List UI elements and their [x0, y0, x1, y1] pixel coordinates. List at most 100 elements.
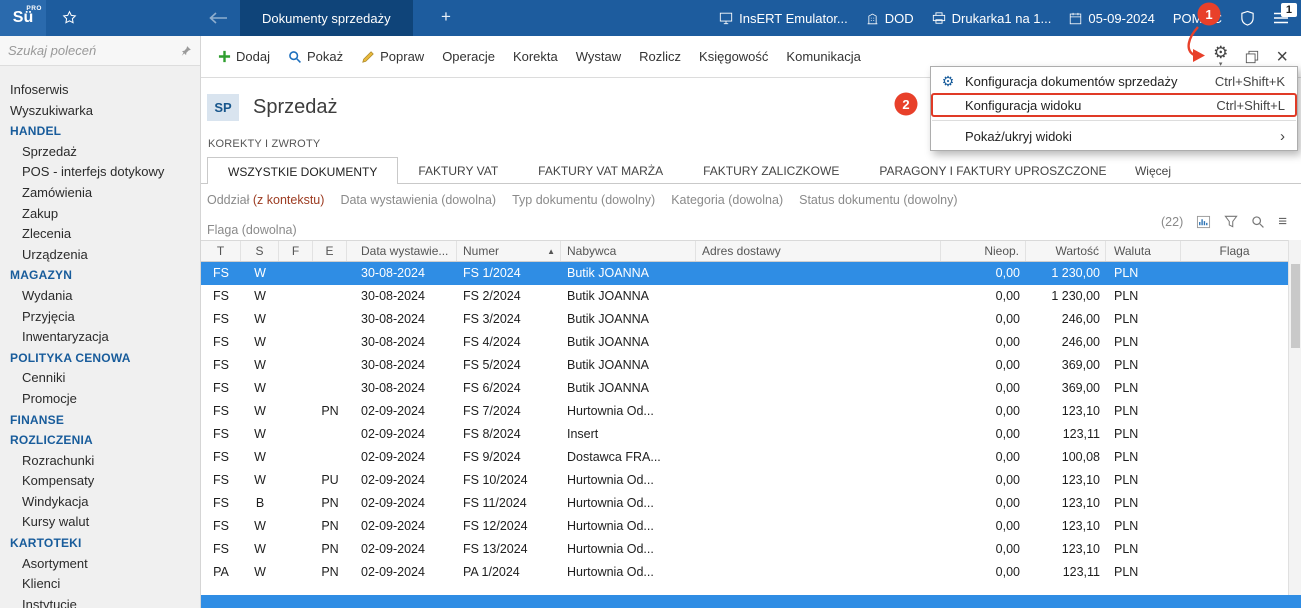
column-header-flaga[interactable]: Flaga: [1181, 241, 1289, 261]
column-header-t[interactable]: T: [201, 241, 241, 261]
table-row[interactable]: FSWPN02-09-2024FS 12/2024Hurtownia Od...…: [201, 515, 1289, 538]
tab-faktury-vat-marza[interactable]: FAKTURY VAT MARŻA: [518, 157, 683, 183]
filter-typ-dokumentu[interactable]: Typ dokumentu (dowolny): [512, 193, 655, 207]
sidebar-item-asortyment[interactable]: Asortyment: [0, 554, 200, 575]
search-icon[interactable]: [1251, 215, 1265, 229]
column-header-f[interactable]: F: [279, 241, 313, 261]
tab-faktury-zaliczkowe[interactable]: FAKTURY ZALICZKOWE: [683, 157, 859, 183]
filter-value: (dowolna): [242, 223, 297, 237]
filter-oddzial[interactable]: Oddział (z kontekstu): [207, 193, 324, 207]
cell-numer: FS 13/2024: [457, 538, 561, 561]
scrollbar-thumb[interactable]: [1291, 264, 1300, 348]
sidebar-item-pos-interfejs-dotykowy[interactable]: POS - interfejs dotykowy: [0, 162, 200, 183]
tab-more[interactable]: Więcej: [1135, 157, 1171, 183]
column-header-data[interactable]: Data wystawie...: [347, 241, 457, 261]
menu-item-konfiguracja-dokumentow-sprzedazy[interactable]: ⚙Konfiguracja dokumentów sprzedażyCtrl+S…: [931, 69, 1297, 93]
filter-funnel-icon[interactable]: [1224, 215, 1238, 228]
table-row[interactable]: FSW30-08-2024FS 3/2024Butik JOANNA0,0024…: [201, 308, 1289, 331]
app-logo[interactable]: Sü PRO: [0, 0, 46, 36]
table-row[interactable]: FSWPN02-09-2024FS 7/2024Hurtownia Od...0…: [201, 400, 1289, 423]
sidebar-item-sprzedaz[interactable]: Sprzedaż: [0, 142, 200, 163]
sidebar-item-rozrachunki[interactable]: Rozrachunki: [0, 451, 200, 472]
table-row[interactable]: FSW30-08-2024FS 5/2024Butik JOANNA0,0036…: [201, 354, 1289, 377]
table-row[interactable]: FSW30-08-2024FS 2/2024Butik JOANNA0,001 …: [201, 285, 1289, 308]
shield-item[interactable]: [1240, 10, 1255, 26]
column-header-e[interactable]: E: [313, 241, 347, 261]
sidebar-item-kursy-walut[interactable]: Kursy walut: [0, 512, 200, 533]
printer-item[interactable]: Drukarka1 na 1...: [932, 11, 1052, 26]
filter-kategoria[interactable]: Kategoria (dowolna): [671, 193, 783, 207]
sidebar-item-zlecenia[interactable]: Zlecenia: [0, 224, 200, 245]
sidebar-item-inwentaryzacja[interactable]: Inwentaryzacja: [0, 327, 200, 348]
tab-paragony-i-faktury-uproszczone[interactable]: PARAGONY I FAKTURY UPROSZCZONE: [859, 157, 1126, 183]
cell-waluta: PLN: [1106, 515, 1181, 538]
cell-numer: FS 12/2024: [457, 515, 561, 538]
toolbar-button-dodaj[interactable]: Dodaj: [209, 44, 279, 70]
window-restore-icon[interactable]: [1245, 50, 1259, 64]
sidebar-item-cenniki[interactable]: Cenniki: [0, 368, 200, 389]
table-row[interactable]: FSW30-08-2024FS 1/2024Butik JOANNA0,001 …: [201, 262, 1289, 285]
column-header-s[interactable]: S: [241, 241, 279, 261]
shield-icon: [1240, 10, 1255, 26]
column-header-wartosc[interactable]: Wartość: [1026, 241, 1106, 261]
column-header-nabywca[interactable]: Nabywca: [561, 241, 696, 261]
column-header-nieop[interactable]: Nieop.: [941, 241, 1026, 261]
toolbar-button-operacje[interactable]: Operacje: [433, 44, 504, 70]
column-header-numer[interactable]: Numer▲: [457, 241, 561, 261]
filter-flaga[interactable]: Flaga (dowolna): [207, 223, 297, 237]
company-item[interactable]: DOD: [866, 11, 914, 26]
toolbar-button-pokaz[interactable]: Pokaż: [279, 44, 352, 70]
tab-wszystkie-dokumenty[interactable]: WSZYSTKIE DOKUMENTY: [207, 157, 398, 184]
help-item[interactable]: POMOC: [1173, 11, 1222, 26]
column-header-waluta[interactable]: Waluta: [1106, 241, 1181, 261]
sidebar-item-przyjecia[interactable]: Przyjęcia: [0, 307, 200, 328]
cell-e: PN: [313, 400, 347, 423]
table-row[interactable]: FSW02-09-2024FS 8/2024Insert0,00123,11PL…: [201, 423, 1289, 446]
table-row[interactable]: FSW02-09-2024FS 9/2024Dostawca FRA...0,0…: [201, 446, 1289, 469]
table-row[interactable]: FSW30-08-2024FS 4/2024Butik JOANNA0,0024…: [201, 331, 1289, 354]
sidebar-item-wydania[interactable]: Wydania: [0, 286, 200, 307]
back-arrow-icon[interactable]: [208, 11, 228, 25]
sidebar-item-windykacja[interactable]: Windykacja: [0, 492, 200, 513]
grid-menu-icon[interactable]: ≡: [1278, 214, 1287, 229]
vertical-scrollbar[interactable]: [1288, 240, 1301, 595]
tab-faktury-vat[interactable]: FAKTURY VAT: [398, 157, 518, 183]
column-header-adres[interactable]: Adres dostawy: [696, 241, 941, 261]
chart-icon[interactable]: [1196, 215, 1211, 229]
cell-t: FS: [201, 423, 241, 446]
sidebar-item-wyszukiwarka[interactable]: Wyszukiwarka: [0, 101, 200, 122]
table-row[interactable]: FSW30-08-2024FS 6/2024Butik JOANNA0,0036…: [201, 377, 1289, 400]
emulator-item[interactable]: InsERT Emulator...: [719, 11, 848, 26]
toolbar-button-komunikacja[interactable]: Komunikacja: [777, 44, 869, 70]
sidebar-item-instytucje[interactable]: Instytucje: [0, 595, 200, 608]
filter-data-wystawienia[interactable]: Data wystawienia (dowolna): [340, 193, 496, 207]
toolbar-button-rozlicz[interactable]: Rozlicz: [630, 44, 690, 70]
table-row[interactable]: FSBPN02-09-2024FS 11/2024Hurtownia Od...…: [201, 492, 1289, 515]
toolbar-button-ksiegowosc[interactable]: Księgowość: [690, 44, 777, 70]
menu-item-konfiguracja-widoku[interactable]: Konfiguracja widokuCtrl+Shift+L: [931, 93, 1297, 117]
sidebar-item-klienci[interactable]: Klienci: [0, 574, 200, 595]
cell-t: PA: [201, 561, 241, 584]
toolbar-button-korekta[interactable]: Korekta: [504, 44, 567, 70]
sidebar-item-promocje[interactable]: Promocje: [0, 389, 200, 410]
search-input[interactable]: [8, 43, 180, 58]
sidebar-item-zamowienia[interactable]: Zamówienia: [0, 183, 200, 204]
toolbar-button-wystaw[interactable]: Wystaw: [567, 44, 630, 70]
settings-gear-button[interactable]: ⚙ ▾: [1213, 45, 1228, 68]
pin-icon[interactable]: [180, 45, 192, 57]
filter-status-dokumentu[interactable]: Status dokumentu (dowolny): [799, 193, 957, 207]
close-icon[interactable]: ×: [1276, 47, 1288, 67]
sidebar-item-urzadzenia[interactable]: Urządzenia: [0, 245, 200, 266]
sidebar-item-infoserwis[interactable]: Infoserwis: [0, 80, 200, 101]
table-row[interactable]: PAWPN02-09-2024PA 1/2024Hurtownia Od...0…: [201, 561, 1289, 584]
sidebar-item-kompensaty[interactable]: Kompensaty: [0, 471, 200, 492]
toolbar-button-popraw[interactable]: Popraw: [352, 44, 433, 70]
table-row[interactable]: FSWPN02-09-2024FS 13/2024Hurtownia Od...…: [201, 538, 1289, 561]
sidebar-item-zakup[interactable]: Zakup: [0, 204, 200, 225]
document-tab[interactable]: Dokumenty sprzedaży: [240, 0, 413, 36]
favorites-star-icon[interactable]: [62, 10, 77, 25]
table-row[interactable]: FSWPU02-09-2024FS 10/2024Hurtownia Od...…: [201, 469, 1289, 492]
new-tab-button[interactable]: +: [434, 7, 458, 27]
date-item[interactable]: 05-09-2024: [1069, 11, 1155, 26]
menu-item-pokaz-ukryj-widoki[interactable]: Pokaż/ukryj widoki›: [931, 124, 1297, 148]
